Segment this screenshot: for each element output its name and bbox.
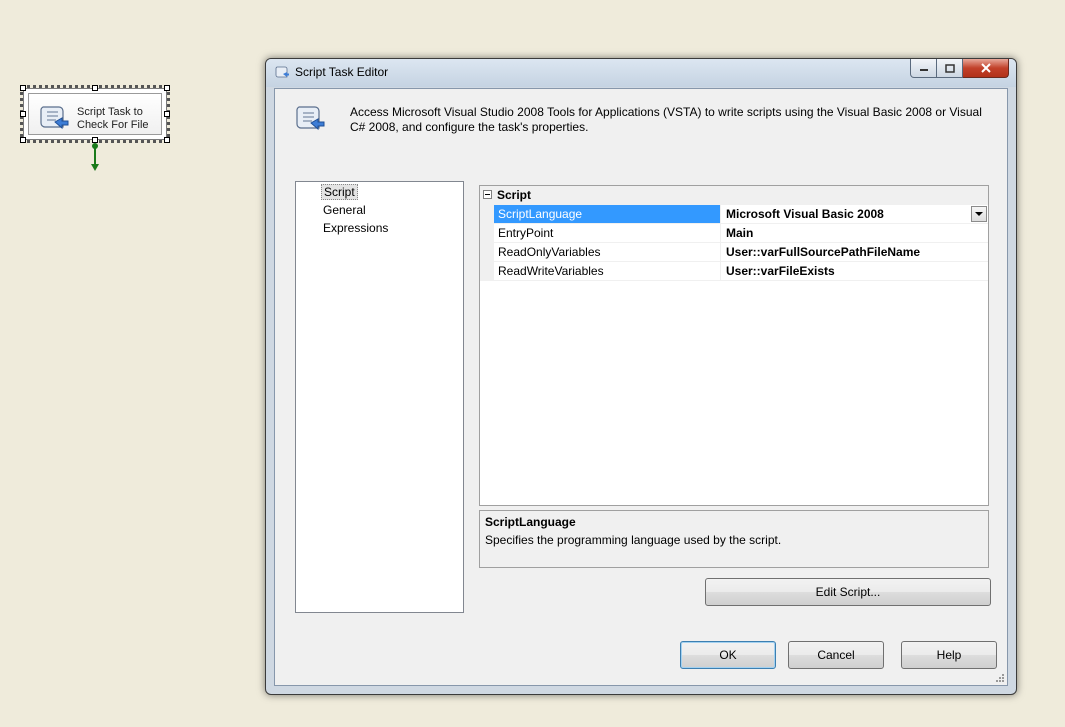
script-task-editor-window: Script Task Editor Access Microsoft Visu… xyxy=(265,58,1017,695)
header-description: Access Microsoft Visual Studio 2008 Tool… xyxy=(350,105,982,134)
dialog-client-area: Access Microsoft Visual Studio 2008 Tool… xyxy=(274,88,1008,686)
grid-category-script[interactable]: Script xyxy=(480,186,988,205)
property-name: EntryPoint xyxy=(494,224,721,242)
description-title: ScriptLanguage xyxy=(485,515,576,529)
property-grid: Script ScriptLanguage Microsoft Visual B… xyxy=(479,185,989,506)
script-task-body: Script Task to Check For File xyxy=(28,93,162,135)
script-task-shape[interactable]: Script Task to Check For File xyxy=(20,85,170,143)
page-nav-list: Script General Expressions xyxy=(295,181,464,613)
maximize-icon xyxy=(944,63,955,73)
category-label: Script xyxy=(497,188,532,202)
minimize-icon xyxy=(919,69,928,71)
nav-item-expressions[interactable]: Expressions xyxy=(321,220,390,236)
collapse-icon[interactable] xyxy=(483,190,492,199)
property-row-readwritevariables[interactable]: ReadWriteVariables User::varFileExists xyxy=(494,262,988,281)
window-controls xyxy=(910,59,1009,79)
dropdown-arrow-icon[interactable] xyxy=(971,206,987,222)
property-name: ScriptLanguage xyxy=(494,205,721,223)
script-scroll-icon xyxy=(275,66,289,78)
maximize-button[interactable] xyxy=(937,59,963,78)
property-name: ReadWriteVariables xyxy=(494,262,721,280)
resize-handle-sw[interactable] xyxy=(20,137,26,143)
property-name: ReadOnlyVariables xyxy=(494,243,721,261)
script-scroll-icon xyxy=(296,106,325,131)
precedence-connector-arrow[interactable] xyxy=(91,142,99,172)
close-icon xyxy=(980,63,991,73)
property-value[interactable]: User::varFullSourcePathFileName xyxy=(722,243,988,261)
resize-handle-e[interactable] xyxy=(164,111,170,117)
edit-script-button[interactable]: Edit Script... xyxy=(705,578,991,606)
description-text: Specifies the programming language used … xyxy=(485,533,782,547)
nav-item-script[interactable]: Script xyxy=(321,184,358,200)
property-row-readonlyvariables[interactable]: ReadOnlyVariables User::varFullSourcePat… xyxy=(494,243,988,262)
resize-handle-nw[interactable] xyxy=(20,85,26,91)
property-row-scriptlanguage[interactable]: ScriptLanguage Microsoft Visual Basic 20… xyxy=(494,205,988,224)
property-row-entrypoint[interactable]: EntryPoint Main xyxy=(494,224,988,243)
cancel-button[interactable]: Cancel xyxy=(788,641,884,669)
script-scroll-icon xyxy=(40,106,69,130)
property-value[interactable]: Microsoft Visual Basic 2008 xyxy=(722,205,988,223)
window-title: Script Task Editor xyxy=(295,65,389,79)
property-value[interactable]: User::varFileExists xyxy=(722,262,988,280)
nav-item-general[interactable]: General xyxy=(321,202,368,218)
property-description-pane: ScriptLanguage Specifies the programming… xyxy=(479,510,989,568)
grid-gutter xyxy=(480,205,494,281)
minimize-button[interactable] xyxy=(910,59,937,78)
resize-handle-ne[interactable] xyxy=(164,85,170,91)
resize-grip-icon[interactable] xyxy=(995,673,1005,683)
resize-handle-w[interactable] xyxy=(20,111,26,117)
title-bar[interactable]: Script Task Editor xyxy=(266,59,1016,87)
script-task-label: Script Task to Check For File xyxy=(77,106,149,131)
property-value[interactable]: Main xyxy=(722,224,988,242)
help-button[interactable]: Help xyxy=(901,641,997,669)
resize-handle-n[interactable] xyxy=(92,85,98,91)
ok-button[interactable]: OK xyxy=(680,641,776,669)
resize-handle-se[interactable] xyxy=(164,137,170,143)
close-button[interactable] xyxy=(963,59,1009,78)
